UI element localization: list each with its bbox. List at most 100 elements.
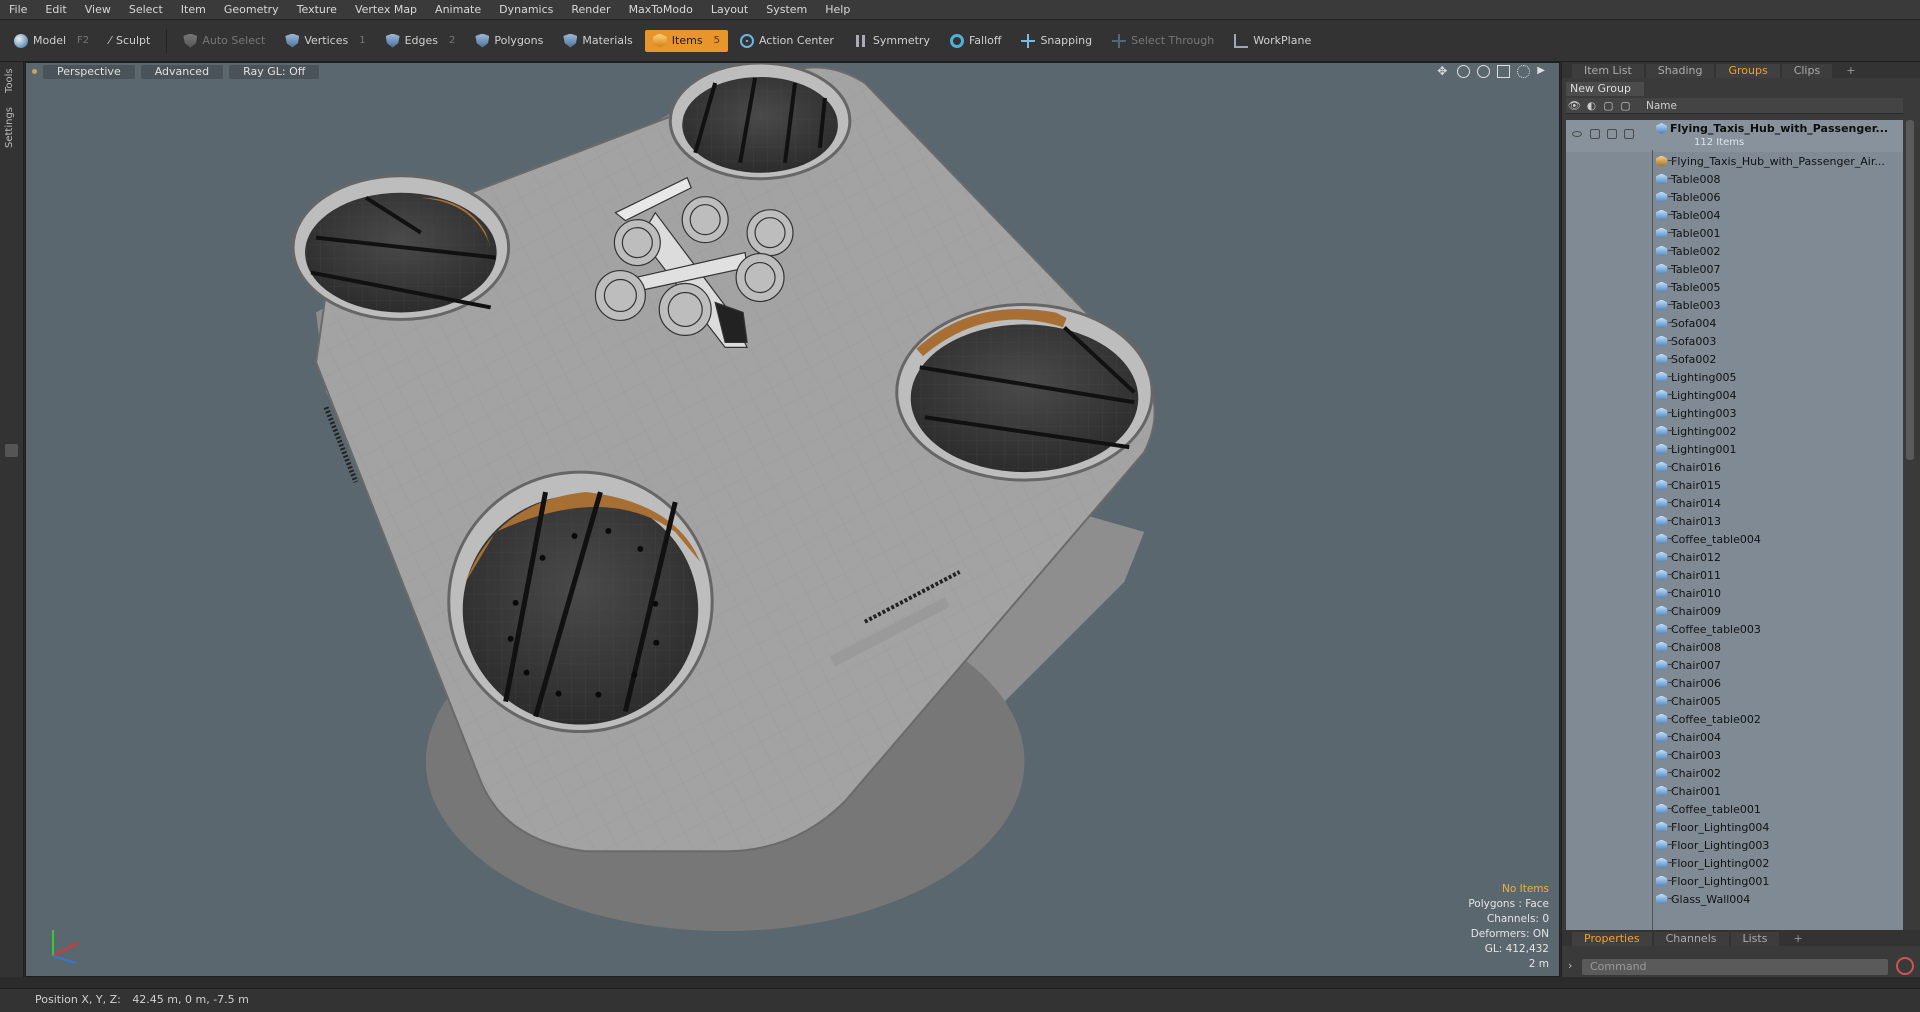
list-item[interactable]: Table004 <box>1566 206 1903 224</box>
model-mode-button[interactable]: Model F2 <box>6 30 97 52</box>
list-item[interactable]: Coffee_table004 <box>1566 530 1903 548</box>
menu-system[interactable]: System <box>757 0 816 20</box>
menu-layout[interactable]: Layout <box>702 0 757 20</box>
tools-tab[interactable]: Tools <box>4 66 20 96</box>
add-tab-button[interactable]: + <box>1834 64 1867 78</box>
list-item[interactable]: Coffee_table003 <box>1566 620 1903 638</box>
name-column-header[interactable]: Name <box>1646 100 1677 112</box>
list-item[interactable]: Lighting002 <box>1566 422 1903 440</box>
sculpt-mode-button[interactable]: ⁄ Sculpt <box>101 30 158 52</box>
list-item[interactable]: Coffee_table001 <box>1566 800 1903 818</box>
list-item[interactable]: Floor_Lighting004 <box>1566 818 1903 836</box>
action-center-button[interactable]: Action Center <box>732 30 842 52</box>
edges-button[interactable]: Edges 2 <box>378 30 464 52</box>
tab-groups[interactable]: Groups <box>1716 64 1780 78</box>
menu-edit[interactable]: Edit <box>36 0 75 20</box>
list-item[interactable]: Chair011 <box>1566 566 1903 584</box>
vertices-button[interactable]: Vertices 1 <box>277 30 373 52</box>
scrollbar-thumb[interactable] <box>1906 120 1914 460</box>
list-item[interactable]: Table006 <box>1566 188 1903 206</box>
render-column-icon[interactable]: ◐ <box>1583 99 1600 113</box>
list-item[interactable]: Chair010 <box>1566 584 1903 602</box>
list-item[interactable]: Sofa004 <box>1566 314 1903 332</box>
group-root-row[interactable]: Flying_Taxis_Hub_with_Passenger... 112 I… <box>1566 120 1903 152</box>
raygl-toggle[interactable]: Ray GL: Off <box>229 64 320 79</box>
list-item[interactable]: Chair015 <box>1566 476 1903 494</box>
list-item[interactable]: Table002 <box>1566 242 1903 260</box>
list-item[interactable]: Chair003 <box>1566 746 1903 764</box>
viewport-options-dot[interactable] <box>32 69 37 74</box>
list-item[interactable]: Floor_Lighting001 <box>1566 872 1903 890</box>
settings-tab[interactable]: Settings <box>4 102 20 152</box>
menu-view[interactable]: View <box>76 0 120 20</box>
visibility-column-icon[interactable]: 👁 <box>1566 99 1583 113</box>
snapping-button[interactable]: Snapping <box>1013 30 1100 52</box>
list-item[interactable]: Chair008 <box>1566 638 1903 656</box>
menu-geometry[interactable]: Geometry <box>215 0 288 20</box>
list-item[interactable]: Table003 <box>1566 296 1903 314</box>
items-button[interactable]: Items 5 <box>644 29 728 52</box>
record-icon[interactable] <box>1896 957 1914 975</box>
menu-vertex-map[interactable]: Vertex Map <box>346 0 426 20</box>
list-item[interactable]: Table007 <box>1566 260 1903 278</box>
list-item[interactable]: Chair016 <box>1566 458 1903 476</box>
list-item[interactable]: Chair001 <box>1566 782 1903 800</box>
list-item[interactable]: Chair006 <box>1566 674 1903 692</box>
3d-viewport[interactable]: Perspective Advanced Ray GL: Off ✥ ▶ No … <box>25 62 1560 977</box>
fit-icon[interactable] <box>1497 65 1511 78</box>
workplane-button[interactable]: WorkPlane <box>1226 30 1319 52</box>
tab-lists[interactable]: Lists <box>1730 932 1780 946</box>
gear-icon[interactable] <box>1517 65 1531 78</box>
list-item[interactable]: Sofa002 <box>1566 350 1903 368</box>
list-item[interactable]: Table001 <box>1566 224 1903 242</box>
list-item[interactable]: Table008 <box>1566 170 1903 188</box>
expand-arrow-icon[interactable]: ▶ <box>1537 65 1545 78</box>
tab-channels[interactable]: Channels <box>1653 932 1729 946</box>
list-item[interactable]: Table005 <box>1566 278 1903 296</box>
list-item[interactable]: Lighting001 <box>1566 440 1903 458</box>
tab-properties[interactable]: Properties <box>1572 932 1652 946</box>
group-tree[interactable]: Flying_Taxis_Hub_with_Passenger... 112 I… <box>1566 120 1903 930</box>
polygons-button[interactable]: Polygons <box>467 30 551 52</box>
menu-render[interactable]: Render <box>562 0 619 20</box>
menu-texture[interactable]: Texture <box>288 0 346 20</box>
new-group-button[interactable]: New Group <box>1566 82 1644 96</box>
list-item[interactable]: Lighting004 <box>1566 386 1903 404</box>
list-item[interactable]: Chair013 <box>1566 512 1903 530</box>
menu-maxtomodo[interactable]: MaxToModo <box>620 0 702 20</box>
menu-help[interactable]: Help <box>816 0 859 20</box>
menu-dynamics[interactable]: Dynamics <box>490 0 562 20</box>
list-item[interactable]: Coffee_table002 <box>1566 710 1903 728</box>
collapse-handle[interactable] <box>5 444 18 457</box>
list-item[interactable]: Chair004 <box>1566 728 1903 746</box>
list-item[interactable]: Chair009 <box>1566 602 1903 620</box>
list-item[interactable]: Chair014 <box>1566 494 1903 512</box>
list-item[interactable]: Sofa003 <box>1566 332 1903 350</box>
auto-select-button[interactable]: Auto Select <box>175 30 273 52</box>
select-through-button[interactable]: Select Through <box>1104 30 1222 52</box>
select-toggle-icon[interactable] <box>1624 129 1634 139</box>
list-item[interactable]: Lighting003 <box>1566 404 1903 422</box>
menu-file[interactable]: File <box>0 0 36 20</box>
tab-item-list[interactable]: Item List <box>1572 64 1644 78</box>
menu-animate[interactable]: Animate <box>426 0 490 20</box>
menu-select[interactable]: Select <box>120 0 172 20</box>
tab-clips[interactable]: Clips <box>1781 64 1833 78</box>
tab-shading[interactable]: Shading <box>1645 64 1715 78</box>
list-item[interactable]: Lighting005 <box>1566 368 1903 386</box>
select-column-icon[interactable]: ▢ <box>1617 99 1634 113</box>
pan-icon[interactable]: ✥ <box>1437 65 1450 78</box>
list-item[interactable]: Glass_Wall004 <box>1566 890 1903 908</box>
lock-column-icon[interactable]: ▢ <box>1600 99 1617 113</box>
list-item[interactable]: Floor_Lighting002 <box>1566 854 1903 872</box>
falloff-button[interactable]: Falloff <box>942 30 1009 52</box>
list-item[interactable]: Floor_Lighting003 <box>1566 836 1903 854</box>
render-toggle-icon[interactable] <box>1590 129 1600 139</box>
zoom-icon[interactable] <box>1477 65 1491 78</box>
command-input[interactable]: Command <box>1582 959 1888 975</box>
list-item[interactable]: Chair012 <box>1566 548 1903 566</box>
symmetry-button[interactable]: Symmetry <box>846 30 938 52</box>
view-type-dropdown[interactable]: Perspective <box>43 64 135 79</box>
eye-icon[interactable] <box>1572 131 1582 137</box>
list-scrollbar[interactable] <box>1904 120 1916 930</box>
